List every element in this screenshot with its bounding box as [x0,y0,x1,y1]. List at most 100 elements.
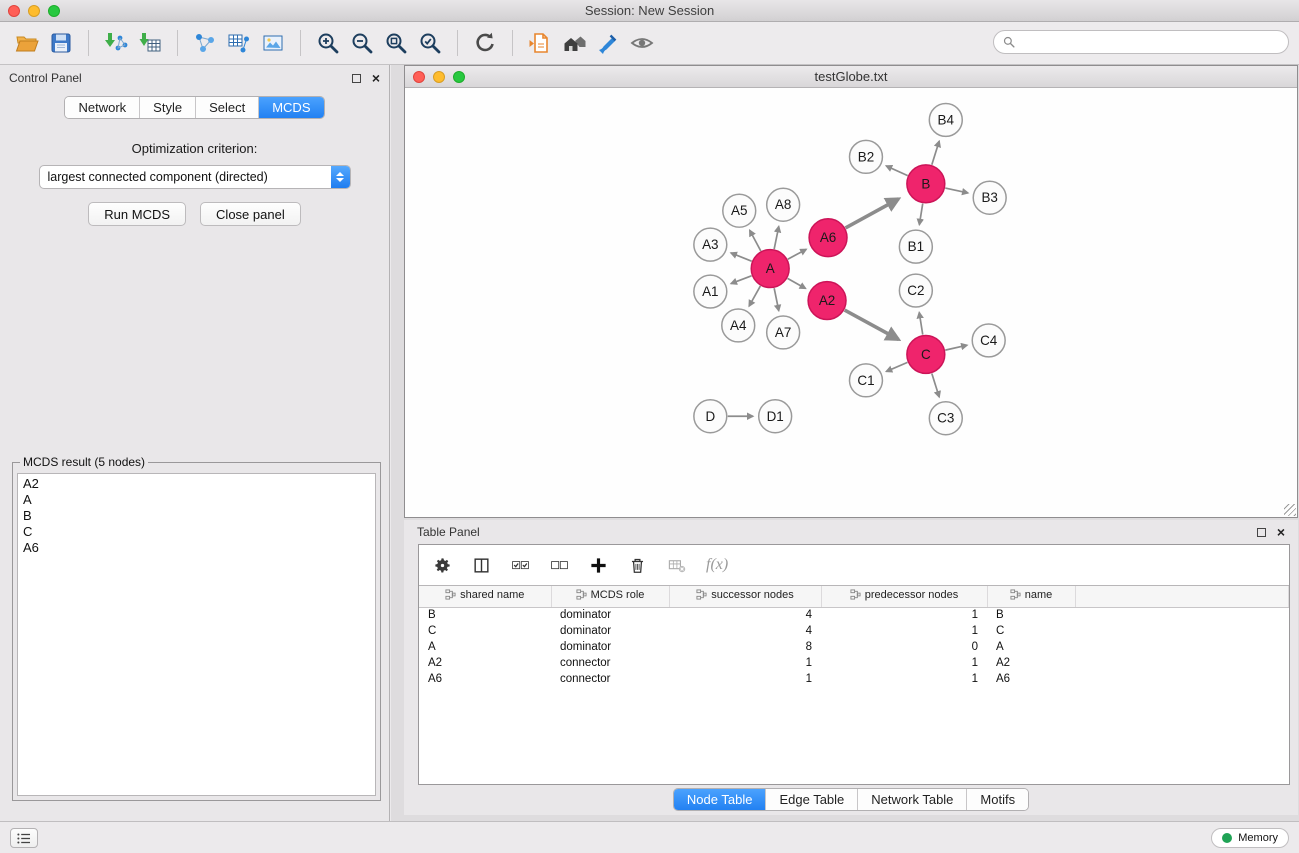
column-header-predecessor-nodes[interactable]: predecessor nodes [821,586,987,607]
tab-style[interactable]: Style [139,97,195,118]
open-session-button[interactable] [525,28,555,58]
resize-grip-icon[interactable] [1284,504,1296,516]
close-panel-icon[interactable]: × [372,73,380,83]
graph-node-A1[interactable]: A1 [694,275,727,308]
table-cell[interactable]: C [987,623,1075,639]
graph-node-A5[interactable]: A5 [723,194,756,227]
table-tab-network-table[interactable]: Network Table [857,789,966,810]
graph-edge[interactable] [774,226,779,249]
graph-node-D1[interactable]: D1 [759,400,792,433]
column-header-successor-nodes[interactable]: successor nodes [669,586,821,607]
table-row[interactable]: Adominator80A [419,639,1289,655]
graph-edge[interactable] [886,166,907,176]
tab-mcds[interactable]: MCDS [258,97,323,118]
show-columns-button[interactable] [472,556,491,575]
mcds-result-item[interactable]: A6 [23,540,370,556]
apply-layout-button[interactable] [470,28,500,58]
table-cell[interactable]: dominator [551,607,669,623]
table-tab-node-table[interactable]: Node Table [674,789,766,810]
table-cell[interactable]: 4 [669,623,821,639]
network-table-button[interactable] [224,28,254,58]
show-hide-button[interactable] [627,28,657,58]
table-cell[interactable]: 1 [821,655,987,671]
table-cell[interactable]: B [419,607,551,623]
import-network-button[interactable] [101,28,131,58]
zoom-fit-button[interactable] [381,28,411,58]
column-header-shared-name[interactable]: shared name [419,586,551,607]
graph-node-A3[interactable]: A3 [694,228,727,261]
graph-node-A7[interactable]: A7 [767,316,800,349]
graph-edge[interactable] [945,188,968,193]
graph-edge[interactable] [886,362,907,371]
search-field[interactable] [993,30,1289,54]
table-cell[interactable]: C [419,623,551,639]
network-minimize-button[interactable] [433,71,445,83]
close-table-panel-icon[interactable]: × [1277,527,1285,537]
table-cell[interactable]: 1 [821,671,987,687]
delete-table-button[interactable] [667,556,686,575]
graph-node-C3[interactable]: C3 [929,402,962,435]
style-button[interactable] [593,28,623,58]
table-cell[interactable]: 1 [669,671,821,687]
graph-node-C2[interactable]: C2 [899,274,932,307]
float-table-panel-icon[interactable] [1257,528,1266,537]
graph-node-C1[interactable]: C1 [850,364,883,397]
graph-edge[interactable] [932,373,939,397]
export-image-button[interactable] [258,28,288,58]
optimization-dropdown[interactable]: largest connected component (directed) [39,165,351,189]
save-session-button[interactable] [46,28,76,58]
mcds-result-list[interactable]: A2ABCA6 [17,473,376,796]
graph-node-C4[interactable]: C4 [972,324,1005,357]
graph-edge[interactable] [788,249,806,259]
table-cell[interactable]: A6 [987,671,1075,687]
graph-node-B1[interactable]: B1 [899,230,932,263]
mcds-result-item[interactable]: A [23,492,370,508]
network-canvas[interactable]: B4B2BB3A5A8A6B1A3AA1C2A2A4A7C4CC1C3DD1 [405,88,1297,517]
table-cell[interactable]: connector [551,655,669,671]
delete-column-button[interactable] [628,556,647,575]
graph-node-A[interactable]: A [751,250,789,288]
table-cell[interactable]: 1 [821,607,987,623]
home-button[interactable] [559,28,589,58]
memory-button[interactable]: Memory [1211,828,1289,848]
search-input[interactable] [1020,35,1279,49]
graph-node-B4[interactable]: B4 [929,103,962,136]
table-row[interactable]: A2connector11A2 [419,655,1289,671]
table-tab-motifs[interactable]: Motifs [966,789,1028,810]
column-header-name[interactable]: name [987,586,1075,607]
graph-node-B[interactable]: B [907,165,945,203]
graph-edge[interactable] [919,312,922,334]
node-table[interactable]: shared nameMCDS rolesuccessor nodesprede… [419,585,1289,784]
tab-network[interactable]: Network [65,97,139,118]
table-cell[interactable]: A2 [987,655,1075,671]
table-cell[interactable]: dominator [551,639,669,655]
add-column-button[interactable] [589,556,608,575]
table-cell[interactable]: 0 [821,639,987,655]
graph-edge[interactable] [774,288,779,311]
graph-node-B3[interactable]: B3 [973,181,1006,214]
table-cell[interactable]: A [419,639,551,655]
run-mcds-button[interactable]: Run MCDS [88,202,186,226]
zoom-in-button[interactable] [313,28,343,58]
show-panel-list-button[interactable] [10,828,38,848]
graph-edge[interactable] [846,199,899,228]
select-all-button[interactable] [511,556,530,575]
minimize-window-button[interactable] [28,5,40,17]
graph-edge[interactable] [932,141,939,165]
open-file-button[interactable] [12,28,42,58]
graph-node-A6[interactable]: A6 [809,219,847,257]
network-window-titlebar[interactable]: testGlobe.txt [405,66,1297,88]
table-cell[interactable]: B [987,607,1075,623]
table-cell[interactable]: connector [551,671,669,687]
table-row[interactable]: A6connector11A6 [419,671,1289,687]
close-window-button[interactable] [8,5,20,17]
graph-node-A4[interactable]: A4 [722,309,755,342]
close-panel-button[interactable]: Close panel [200,202,301,226]
graph-node-C[interactable]: C [907,335,945,373]
function-builder-button[interactable]: f(x) [706,556,728,574]
mcds-result-item[interactable]: B [23,508,370,524]
unselect-all-button[interactable] [550,556,569,575]
graph-node-B2[interactable]: B2 [850,140,883,173]
table-tab-edge-table[interactable]: Edge Table [765,789,857,810]
network-close-button[interactable] [413,71,425,83]
